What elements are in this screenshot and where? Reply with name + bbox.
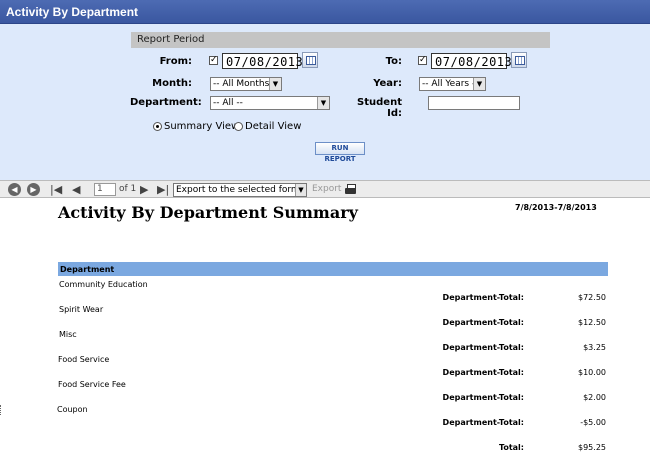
department-total-value: -$5.00 (580, 418, 606, 427)
page-count-label: of 1 (119, 184, 137, 194)
department-column-header: Department (58, 262, 608, 276)
report-title: Activity By Department Summary (58, 203, 358, 222)
month-label: Month: (152, 78, 192, 89)
department-total-label: Department-Total: (442, 293, 524, 302)
chevron-down-icon: ▼ (317, 97, 329, 109)
first-page-icon[interactable]: |◀ (50, 183, 62, 196)
report-date-range: 7/8/2013-7/8/2013 (515, 203, 597, 212)
export-format-select[interactable]: Export to the selected format ▼ (173, 183, 307, 197)
department-name: Food Service (58, 355, 110, 364)
year-select[interactable]: -- All Years -- ▼ (419, 77, 486, 91)
department-label: Department: (130, 97, 202, 108)
department-total-value: $10.00 (578, 368, 606, 377)
to-calendar-icon[interactable] (511, 52, 527, 68)
report-parameters-panel: Report Period From: ✓ 07/08/2013 To: ✓ 0… (0, 24, 650, 180)
page-number-input[interactable]: 1 (94, 183, 116, 196)
from-calendar-icon[interactable] (302, 52, 318, 68)
from-label: From: (159, 56, 192, 67)
to-label: To: (385, 56, 402, 67)
to-checkbox[interactable]: ✓ (418, 56, 427, 65)
forward-icon[interactable]: ▶ (27, 183, 40, 196)
chevron-down-icon: ▼ (269, 78, 281, 90)
export-format-value: Export to the selected format (176, 185, 307, 195)
department-name: Misc (59, 330, 77, 339)
department-total-value: $12.50 (578, 318, 606, 327)
department-select-value: -- All -- (213, 98, 243, 108)
detail-view-radio[interactable] (234, 122, 243, 131)
department-total-label: Department-Total: (442, 393, 524, 402)
window-title: Activity By Department (6, 5, 139, 19)
year-label: Year: (373, 78, 402, 89)
department-name: Community Education (59, 280, 148, 289)
from-checkbox[interactable]: ✓ (209, 56, 218, 65)
chevron-down-icon: ▼ (295, 184, 306, 196)
department-total-label: Department-Total: (442, 343, 524, 352)
year-select-value: -- All Years -- (422, 79, 479, 89)
department-name: Spirit Wear (59, 305, 104, 314)
export-link[interactable]: Export (312, 183, 341, 196)
department-select[interactable]: -- All -- ▼ (210, 96, 330, 110)
department-name: Food Service Fee (58, 380, 126, 389)
report-viewer-toolbar: ◀ ▶ |◀ ◀ 1 of 1 ▶ ▶| Export to the selec… (0, 180, 650, 198)
department-total-label: Department-Total: (442, 318, 524, 327)
student-id-label: Student Id: (357, 97, 402, 119)
summary-view-label: Summary View (164, 121, 240, 132)
to-date-input[interactable]: 07/08/2013 (431, 53, 512, 69)
window-title-bar: Activity By Department (0, 0, 650, 24)
chevron-down-icon: ▼ (473, 78, 485, 90)
last-page-icon[interactable]: ▶| (157, 183, 169, 196)
department-name: Coupon (57, 405, 88, 414)
back-icon[interactable]: ◀ (8, 183, 21, 196)
department-total-label: Department-Total: (442, 418, 524, 427)
detail-view-label: Detail View (245, 121, 302, 132)
resize-grip[interactable] (0, 405, 2, 415)
student-id-input[interactable] (428, 96, 520, 110)
from-date-input[interactable]: 07/08/2013 (222, 53, 303, 69)
run-report-button[interactable]: RUN REPORT (315, 142, 365, 163)
grand-total-label: Total: (498, 443, 524, 452)
report-period-header: Report Period (131, 32, 550, 48)
department-total-value: $3.25 (583, 343, 606, 352)
month-select[interactable]: -- All Months -- ▼ (210, 77, 282, 91)
previous-page-icon[interactable]: ◀ (72, 183, 80, 196)
grand-total-value: $95.25 (578, 443, 606, 452)
department-total-value: $2.00 (583, 393, 606, 402)
summary-view-radio[interactable] (153, 122, 162, 131)
print-icon[interactable] (345, 184, 356, 195)
department-total-value: $72.50 (578, 293, 606, 302)
department-total-label: Department-Total: (442, 368, 524, 377)
next-page-icon[interactable]: ▶ (140, 183, 148, 196)
